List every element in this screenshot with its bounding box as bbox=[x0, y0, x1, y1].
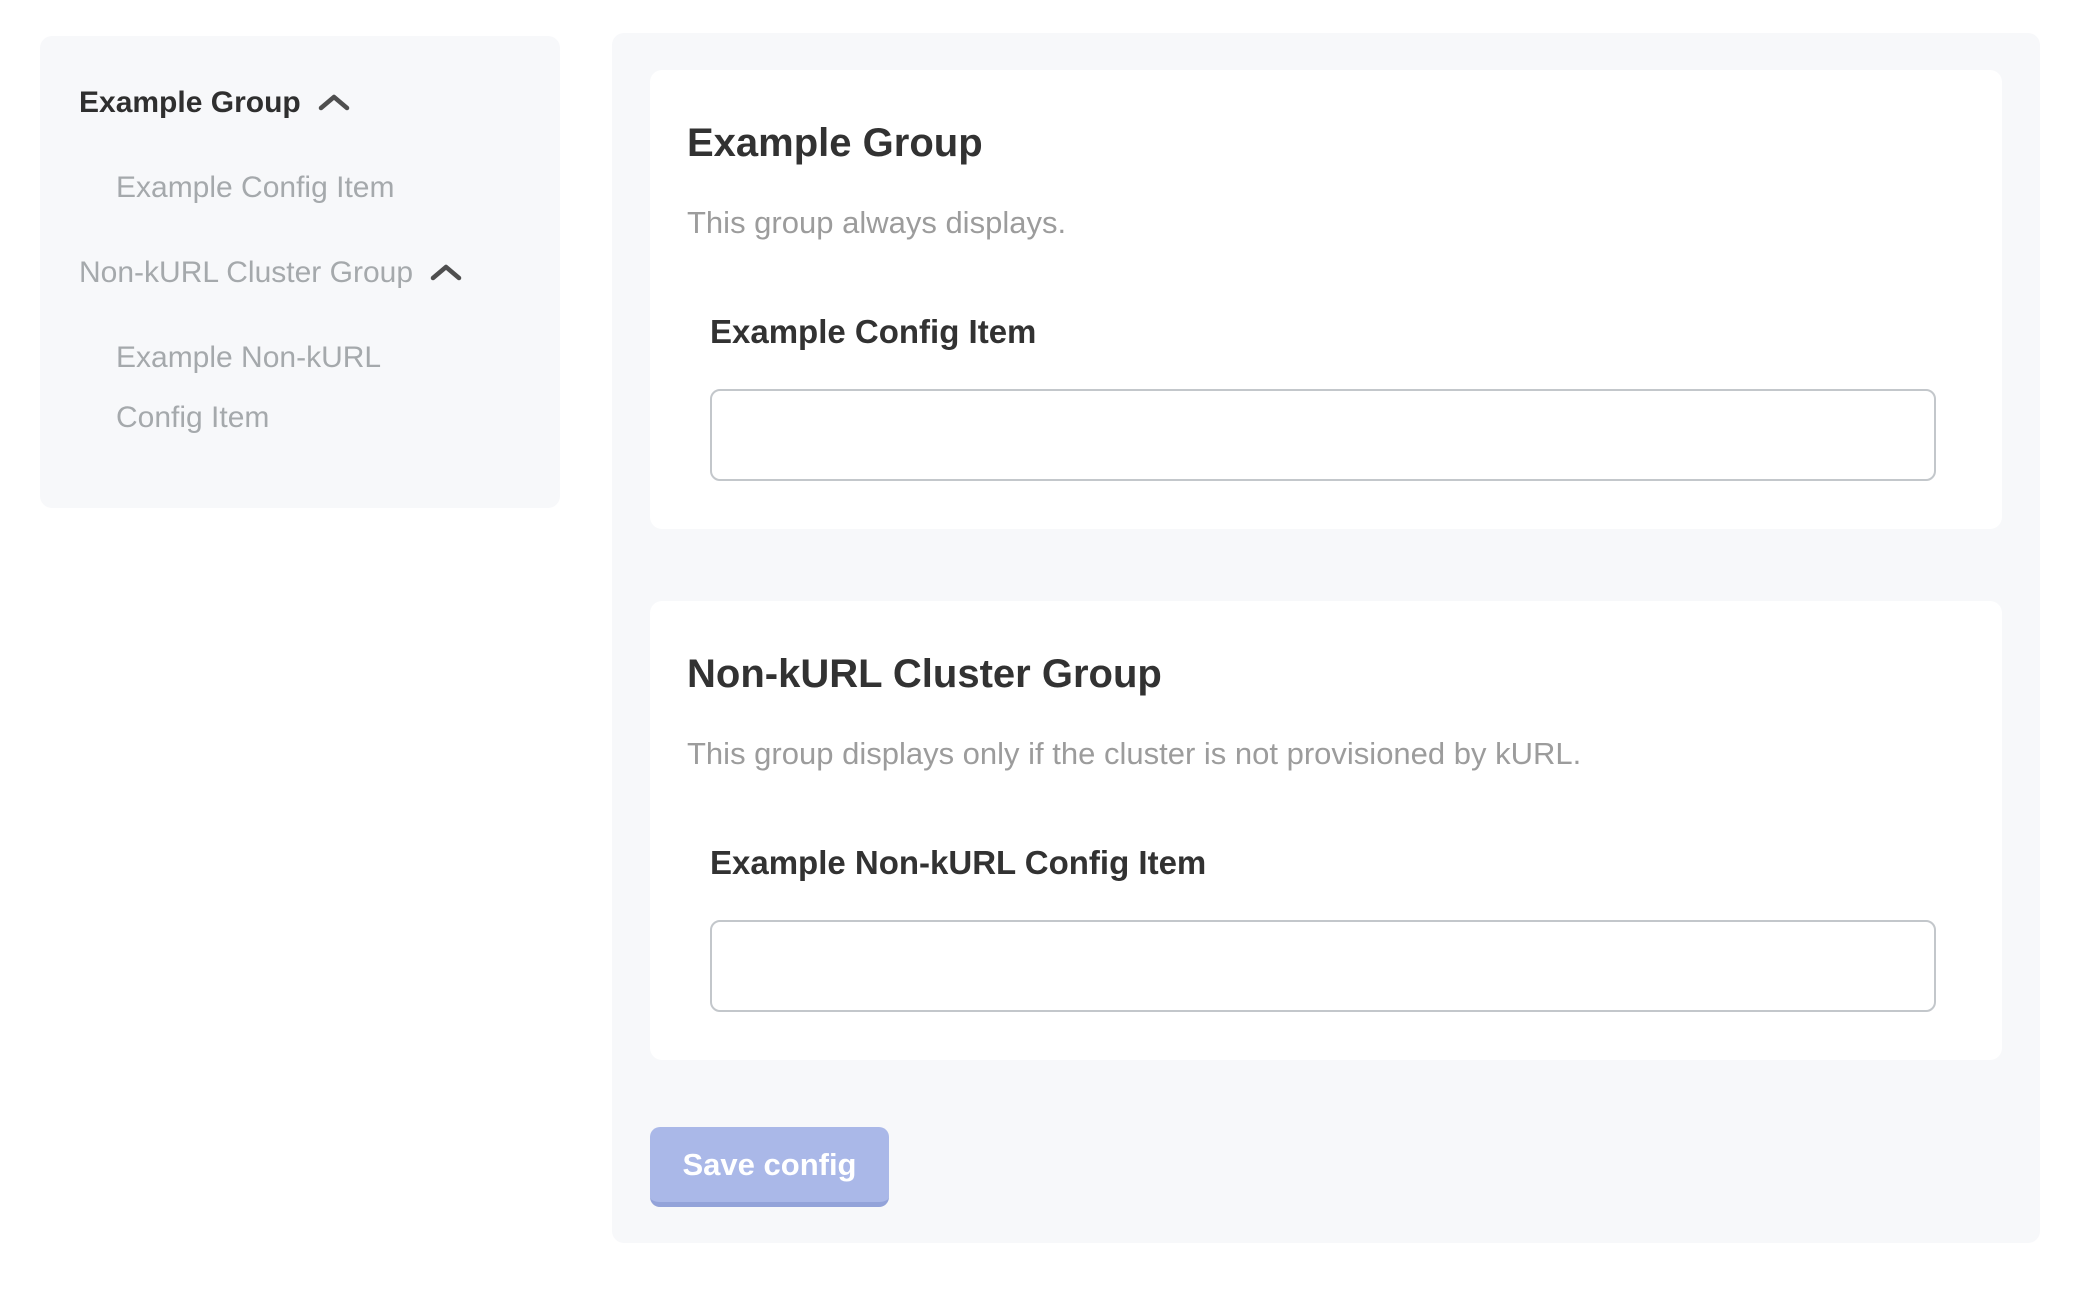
config-page: Example Group Example Config Item Non-kU… bbox=[0, 0, 2084, 1243]
group-title: Example Group bbox=[687, 116, 1936, 170]
config-content: Example Group This group always displays… bbox=[612, 33, 2040, 1243]
config-group-card-example-group: Example Group This group always displays… bbox=[650, 70, 2002, 529]
config-item-label: Example Non-kURL Config Item bbox=[710, 842, 1936, 884]
save-config-button[interactable]: Save config bbox=[650, 1127, 889, 1207]
group-description: This group displays only if the cluster … bbox=[687, 734, 1936, 774]
chevron-up-icon[interactable] bbox=[429, 262, 463, 284]
config-group-card-non-kurl-cluster-group: Non-kURL Cluster Group This group displa… bbox=[650, 601, 2002, 1060]
nav-group-non-kurl-cluster-group: Non-kURL Cluster Group Example Non-kURL … bbox=[79, 243, 532, 448]
config-item: Example Non-kURL Config Item bbox=[710, 842, 1936, 1012]
group-description: This group always displays. bbox=[687, 203, 1936, 243]
config-item-label: Example Config Item bbox=[710, 311, 1936, 353]
sidebar-group-label: Example Group bbox=[79, 73, 301, 133]
config-item: Example Config Item bbox=[710, 311, 1936, 481]
sidebar-group-non-kurl-cluster-group[interactable]: Non-kURL Cluster Group bbox=[79, 243, 532, 303]
group-title: Non-kURL Cluster Group bbox=[687, 647, 1936, 701]
config-nav-sidebar: Example Group Example Config Item Non-kU… bbox=[40, 36, 560, 508]
nav-group-example-group: Example Group Example Config Item bbox=[79, 73, 532, 218]
config-item-input-example-config-item[interactable] bbox=[710, 389, 1936, 481]
sidebar-group-example-group[interactable]: Example Group bbox=[79, 73, 532, 133]
sidebar-item-example-non-kurl-config-item[interactable]: Example Non-kURL Config Item bbox=[116, 328, 446, 448]
sidebar-item-example-config-item[interactable]: Example Config Item bbox=[116, 158, 446, 218]
config-item-input-example-non-kurl-config-item[interactable] bbox=[710, 920, 1936, 1012]
chevron-up-icon[interactable] bbox=[317, 92, 351, 114]
sidebar-group-label: Non-kURL Cluster Group bbox=[79, 243, 413, 303]
